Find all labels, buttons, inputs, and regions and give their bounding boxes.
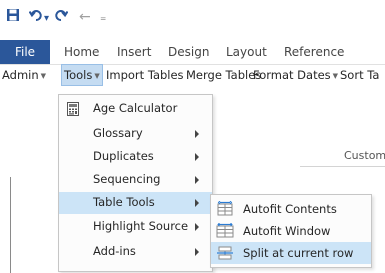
menu-item-sequencing[interactable]: Sequencing (59, 169, 212, 191)
menu-item-add-ins[interactable]: Add-ins (59, 241, 212, 263)
admin-menu-button[interactable]: Admin ▼ (2, 65, 46, 85)
menu-item-label: Highlight Source (93, 219, 189, 233)
save-icon[interactable] (6, 8, 20, 25)
document-margin-line (10, 177, 11, 273)
merge-tables-button[interactable]: Merge Tables (186, 65, 261, 85)
admin-menu-label: Admin (2, 68, 39, 82)
tab-home[interactable]: Home (64, 40, 99, 64)
customize-qat-icon[interactable]: ₌ (100, 8, 106, 26)
menu-item-label: Glossary (93, 126, 143, 140)
undo-dropdown-caret[interactable]: ▾ (44, 10, 49, 28)
menu-item-table-tools[interactable]: Table Tools (59, 192, 212, 214)
tab-layout[interactable]: Layout (226, 40, 267, 64)
submenu-arrow-icon (195, 176, 199, 184)
menu-item-label: Autofit Contents (243, 202, 337, 216)
submenu-arrow-icon (195, 153, 199, 161)
tab-design[interactable]: Design (168, 40, 209, 64)
ribbon-group-label: Custom (344, 149, 385, 162)
menu-item-label: Add-ins (93, 244, 136, 258)
menu-item-age-calculator[interactable]: Age Calculator (59, 98, 212, 120)
quick-access-toolbar: ▾ ← ₌ (0, 0, 385, 36)
tools-menu-label: Tools (64, 68, 93, 82)
menu-item-glossary[interactable]: Glossary (59, 123, 212, 145)
tab-file[interactable]: File (0, 40, 50, 64)
menu-item-label: Split at current row (243, 246, 354, 260)
chevron-down-icon: ▼ (40, 72, 47, 80)
table-tools-submenu: Autofit Contents Autofit Window Split at… (210, 194, 372, 268)
menu-item-label: Age Calculator (93, 101, 178, 115)
menu-item-label: Table Tools (93, 195, 155, 209)
autofit-window-icon (216, 222, 234, 242)
sort-tables-button[interactable]: Sort Ta (340, 65, 379, 85)
menu-item-highlight-source[interactable]: Highlight Source (59, 216, 212, 238)
format-dates-button[interactable]: Format Dates ▼ (253, 65, 338, 85)
split-table-icon (216, 245, 234, 264)
undo-icon[interactable] (28, 8, 43, 25)
tab-references[interactable]: Reference (284, 40, 344, 64)
menu-item-autofit-contents[interactable]: Autofit Contents (211, 198, 371, 220)
ribbon-command-row: Admin ▼ Tools ▼ Import Tables Merge Tables… (0, 64, 385, 86)
redo-icon[interactable] (54, 8, 69, 25)
chevron-down-icon: ▼ (332, 72, 339, 80)
menu-item-label: Sequencing (93, 172, 161, 186)
tools-menu-button[interactable]: Tools ▼ (61, 64, 103, 86)
submenu-arrow-icon (195, 223, 199, 231)
menu-item-duplicates[interactable]: Duplicates (59, 146, 212, 168)
tools-dropdown-menu: Age Calculator Glossary Duplicates Seque… (58, 94, 213, 272)
ribbon-group-divider (300, 166, 385, 167)
calculator-icon (67, 102, 79, 119)
menu-item-split-at-current-row[interactable]: Split at current row (211, 242, 371, 264)
ribbon-tab-bar: File Home Insert Design Layout Reference (0, 40, 385, 64)
autofit-contents-icon (216, 200, 234, 220)
format-dates-label: Format Dates (253, 68, 331, 82)
submenu-arrow-icon (195, 248, 199, 256)
menu-item-label: Duplicates (93, 149, 154, 163)
submenu-arrow-icon (195, 130, 199, 138)
import-tables-button[interactable]: Import Tables (106, 65, 184, 85)
tab-insert[interactable]: Insert (117, 40, 151, 64)
menu-item-autofit-window[interactable]: Autofit Window (211, 220, 371, 242)
chevron-down-icon: ▼ (94, 72, 100, 80)
back-arrow-icon[interactable]: ← (79, 8, 91, 26)
submenu-arrow-icon (195, 199, 199, 207)
menu-item-label: Autofit Window (243, 224, 331, 238)
